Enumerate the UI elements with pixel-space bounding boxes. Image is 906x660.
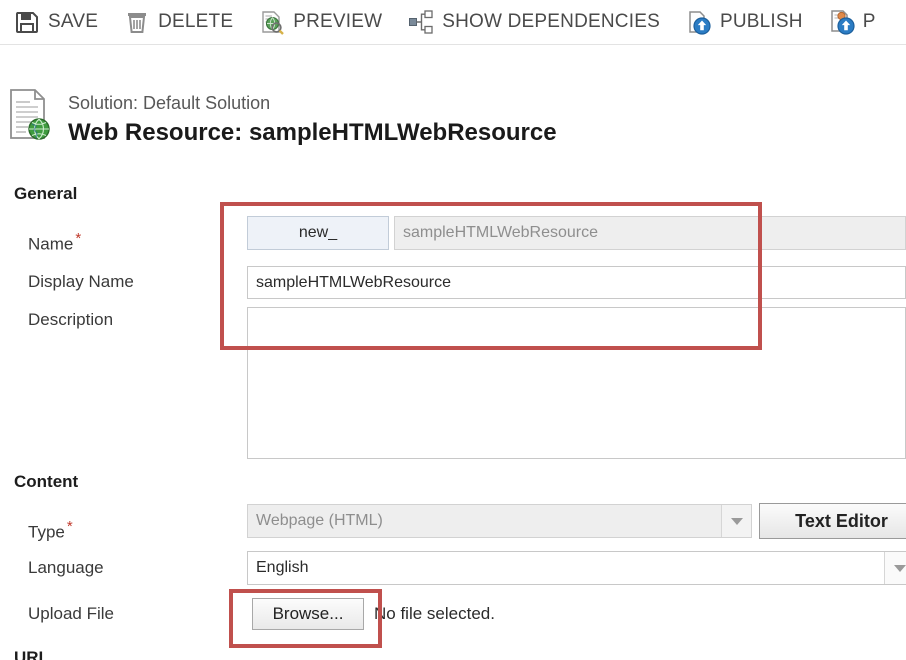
- command-show-dependencies[interactable]: SHOW DEPENDENCIES: [408, 5, 660, 39]
- label-type-text: Type: [28, 522, 65, 542]
- browse-button[interactable]: Browse...: [252, 598, 364, 630]
- command-publish-label: PUBLISH: [719, 11, 803, 32]
- text-editor-button[interactable]: Text Editor: [759, 503, 906, 539]
- label-language: Language: [28, 558, 104, 577]
- name-prefix-value: new_: [298, 224, 338, 241]
- language-select-value: English: [256, 559, 309, 576]
- page-title: Web Resource: sampleHTMLWebResource: [68, 119, 557, 146]
- command-preview-label: PREVIEW: [293, 11, 383, 32]
- command-save-label: SAVE: [48, 11, 99, 32]
- command-publish-all-customizations[interactable]: P: [829, 5, 876, 39]
- command-bar: SAVE DELETE PREVIEW SHOW DEPENDENCIES PU…: [0, 0, 906, 45]
- label-description: Description: [28, 310, 114, 329]
- display-name-input[interactable]: [247, 266, 906, 299]
- section-header-content: Content: [14, 472, 79, 491]
- label-name: Name *: [28, 230, 81, 255]
- preview-magnifier-icon: [262, 11, 285, 35]
- web-resource-document-globe-icon: [10, 89, 50, 140]
- show-dependencies-icon: [409, 10, 433, 34]
- web-resource-form-page: SAVE DELETE PREVIEW SHOW DEPENDENCIES PU…: [0, 0, 906, 660]
- label-display-name: Display Name: [28, 272, 134, 291]
- required-marker-type: *: [66, 518, 73, 535]
- command-publish[interactable]: PUBLISH: [686, 5, 803, 39]
- command-delete[interactable]: DELETE: [124, 5, 233, 39]
- command-delete-label: DELETE: [158, 11, 234, 32]
- label-name-text: Name: [28, 234, 74, 254]
- delete-trash-icon: [128, 13, 147, 33]
- save-icon: [16, 12, 38, 33]
- type-select[interactable]: Webpage (HTML): [247, 504, 752, 538]
- command-preview[interactable]: PREVIEW: [259, 5, 382, 39]
- chevron-down-icon: [721, 505, 751, 537]
- command-publish-all-customizations-label: P: [862, 11, 876, 32]
- publish-all-customizations-icon: [830, 10, 855, 35]
- section-header-general: General: [14, 184, 78, 203]
- section-header-url: URL: [14, 648, 49, 660]
- name-prefix-field[interactable]: new_: [247, 216, 389, 250]
- language-select[interactable]: English: [247, 551, 906, 585]
- name-input[interactable]: [394, 216, 906, 250]
- command-show-dependencies-label: SHOW DEPENDENCIES: [442, 11, 660, 32]
- label-upload-file: Upload File: [28, 604, 114, 623]
- description-textarea[interactable]: [247, 307, 906, 459]
- chevron-down-icon: [884, 552, 906, 584]
- record-header: Solution: Default Solution Web Resource:…: [8, 88, 768, 148]
- required-marker-name: *: [75, 230, 82, 247]
- command-save[interactable]: SAVE: [14, 5, 98, 39]
- solution-name: Solution: Default Solution: [68, 93, 271, 113]
- publish-upload-icon: [689, 11, 711, 35]
- file-selected-status: No file selected.: [374, 604, 495, 623]
- label-type: Type *: [28, 518, 73, 543]
- type-select-value: Webpage (HTML): [256, 512, 383, 529]
